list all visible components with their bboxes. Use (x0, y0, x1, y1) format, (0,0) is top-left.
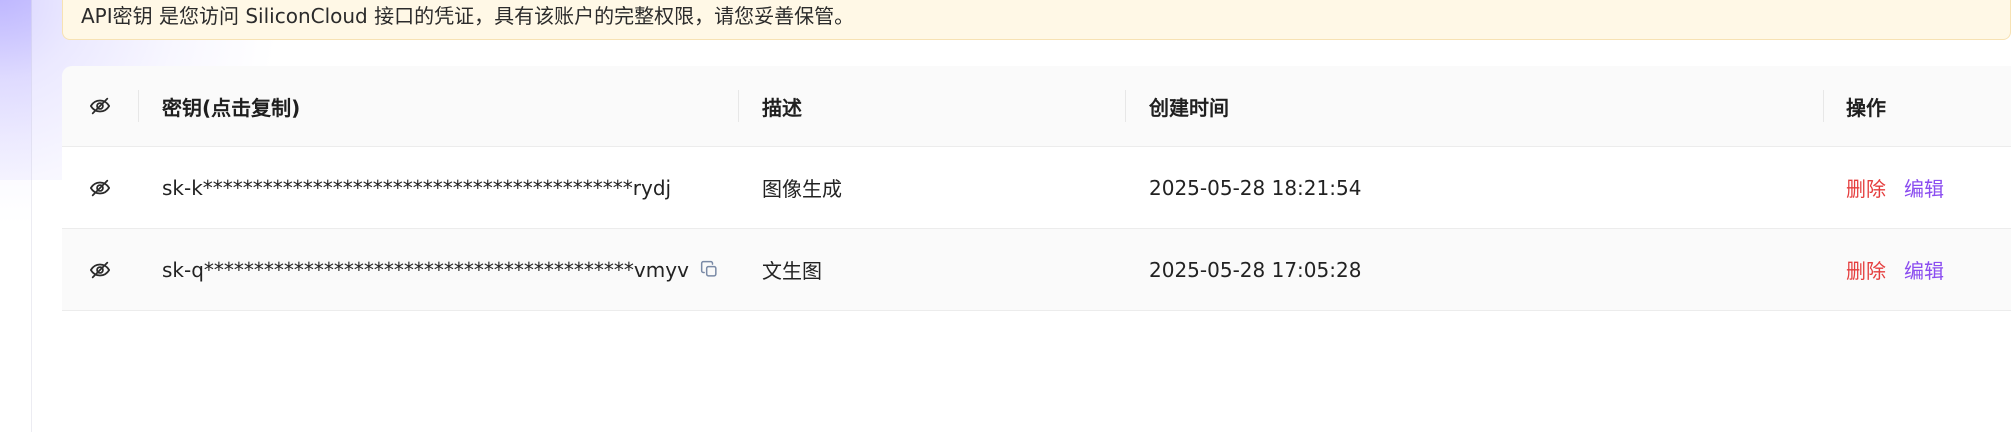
table-row: sk-k************************************… (62, 147, 2011, 229)
actions-cell: 删除 编辑 (1846, 147, 2006, 228)
header-created-at-label: 创建时间 (1149, 95, 1229, 120)
header-actions-cell: 操作 (1846, 66, 2006, 146)
header-separator (1125, 90, 1126, 122)
actions-cell: 删除 编辑 (1846, 229, 2006, 310)
edit-button[interactable]: 编辑 (1904, 173, 1944, 202)
header-key-cell: 密钥(点击复制) (162, 66, 737, 146)
api-keys-table: 密钥(点击复制) 描述 创建时间 操作 sk-k****************… (62, 66, 2011, 312)
left-rail (0, 0, 32, 432)
header-separator (1823, 90, 1824, 122)
api-key-created-at: 2025-05-28 17:05:28 (1149, 257, 1362, 282)
header-actions-label: 操作 (1846, 95, 1886, 120)
eye-off-icon[interactable] (89, 259, 111, 281)
header-description-cell: 描述 (762, 66, 1125, 146)
row-visibility-cell (62, 229, 138, 310)
key-with-copy: sk-q************************************… (162, 258, 721, 282)
description-cell: 文生图 (762, 229, 1125, 310)
api-key-notice: API密钥 是您访问 SiliconCloud 接口的凭证，具有该账户的完整权限… (62, 0, 2011, 40)
table-header-row: 密钥(点击复制) 描述 创建时间 操作 (62, 66, 2011, 147)
header-separator (138, 90, 139, 122)
description-cell: 图像生成 (762, 147, 1125, 228)
api-key-value[interactable]: sk-k************************************… (162, 176, 671, 200)
table-row: sk-q************************************… (62, 229, 2011, 311)
api-key-description: 图像生成 (762, 177, 842, 201)
header-key-label: 密钥(点击复制) (162, 95, 301, 120)
copy-icon[interactable] (699, 259, 721, 281)
notice-text: API密钥 是您访问 SiliconCloud 接口的凭证，具有该账户的完整权限… (81, 4, 855, 28)
delete-button[interactable]: 删除 (1846, 173, 1886, 202)
key-cell: sk-k************************************… (162, 147, 737, 228)
header-description-label: 描述 (762, 95, 802, 120)
edit-button[interactable]: 编辑 (1904, 255, 1944, 284)
header-created-at-cell: 创建时间 (1149, 66, 1799, 146)
api-key-created-at: 2025-05-28 18:21:54 (1149, 175, 1362, 200)
header-separator (738, 90, 739, 122)
delete-button[interactable]: 删除 (1846, 255, 1886, 284)
created-at-cell: 2025-05-28 17:05:28 (1149, 229, 1799, 310)
eye-off-icon[interactable] (89, 177, 111, 199)
api-key-description: 文生图 (762, 259, 822, 283)
key-cell: sk-q************************************… (162, 229, 737, 310)
eye-off-icon[interactable] (89, 95, 111, 117)
created-at-cell: 2025-05-28 18:21:54 (1149, 147, 1799, 228)
header-visibility-cell (62, 66, 138, 146)
api-key-value[interactable]: sk-q************************************… (162, 258, 689, 282)
row-visibility-cell (62, 147, 138, 228)
